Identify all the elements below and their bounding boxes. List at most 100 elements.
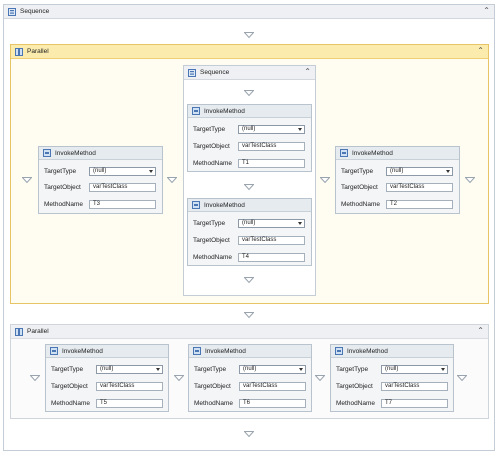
target-object-label: TargetObject <box>44 183 81 191</box>
target-type-value: (null) <box>243 366 257 372</box>
parallel-2-title: Parallel <box>27 328 49 335</box>
method-name-label: MethodName <box>44 200 84 208</box>
collapse-icon[interactable]: ⌃ <box>477 327 484 335</box>
outer-sequence-header[interactable]: Sequence ⌃ <box>4 5 494 19</box>
method-name-label: MethodName <box>51 399 91 407</box>
method-name-input[interactable]: T5 <box>96 398 163 408</box>
invoke-method-t3[interactable]: InvokeMethod TargetType (null) TargetObje… <box>38 146 163 214</box>
method-name-label: MethodName <box>336 399 376 407</box>
target-type-label: TargetType <box>193 219 226 227</box>
drop-target-triangle[interactable] <box>244 90 254 96</box>
chevron-down-icon <box>156 367 160 371</box>
chevron-down-icon <box>298 221 302 225</box>
drop-target-triangle[interactable] <box>244 184 254 190</box>
parallel-icon <box>15 327 23 336</box>
target-type-value: (null) <box>385 366 399 372</box>
target-type-label: TargetType <box>336 365 369 373</box>
inner-sequence-header[interactable]: Sequence ⌃ <box>184 66 315 80</box>
target-object-input[interactable]: varTestClass <box>239 381 306 391</box>
drop-target-triangle[interactable] <box>244 32 254 38</box>
target-type-label: TargetType <box>44 167 77 175</box>
drop-target-triangle[interactable] <box>244 277 254 283</box>
drop-target-triangle[interactable] <box>21 177 33 185</box>
method-name-input[interactable]: T6 <box>239 398 306 408</box>
target-object-label: TargetObject <box>193 236 230 244</box>
target-object-input[interactable]: varTestClass <box>386 182 453 192</box>
sequence-icon <box>188 68 196 77</box>
drop-target-triangle[interactable] <box>29 375 41 383</box>
target-type-select[interactable]: (null) <box>238 124 305 134</box>
invoke-method-t2[interactable]: InvokeMethod TargetType (null) TargetObje… <box>335 146 460 214</box>
method-name-input[interactable]: T3 <box>89 199 156 209</box>
drop-target-triangle[interactable] <box>456 375 468 383</box>
target-object-input[interactable]: varTestClass <box>89 182 156 192</box>
parallel-1-header[interactable]: Parallel ⌃ <box>11 45 488 59</box>
collapse-icon[interactable]: ⌃ <box>483 7 490 15</box>
target-object-label: TargetObject <box>51 382 88 390</box>
invoke-method-icon <box>340 149 348 157</box>
chevron-down-icon <box>299 367 303 371</box>
target-object-label: TargetObject <box>341 183 378 191</box>
target-type-value: (null) <box>93 168 107 174</box>
invoke-method-icon <box>43 149 51 157</box>
drop-target-triangle[interactable] <box>464 177 476 185</box>
drop-target-triangle[interactable] <box>166 177 178 185</box>
target-type-select[interactable]: (null) <box>238 218 305 228</box>
target-type-select[interactable]: (null) <box>96 364 163 374</box>
target-object-input[interactable]: varTestClass <box>96 381 163 391</box>
target-type-select[interactable]: (null) <box>89 166 156 176</box>
target-type-select[interactable]: (null) <box>239 364 306 374</box>
target-object-label: TargetObject <box>194 382 231 390</box>
method-name-input[interactable]: T4 <box>238 252 305 262</box>
invoke-method-header[interactable]: InvokeMethod <box>331 345 453 358</box>
target-type-label: TargetType <box>341 167 374 175</box>
drop-target-triangle[interactable] <box>243 312 255 320</box>
chevron-down-icon <box>446 169 450 173</box>
target-type-value: (null) <box>242 220 256 226</box>
invoke-method-t4[interactable]: InvokeMethod TargetType (null) TargetObje… <box>187 198 312 266</box>
collapse-icon[interactable]: ⌃ <box>304 68 311 76</box>
invoke-method-t5[interactable]: InvokeMethod TargetType (null) TargetObje… <box>45 344 169 412</box>
method-name-label: MethodName <box>194 399 234 407</box>
sequence-icon <box>8 7 16 16</box>
method-name-input[interactable]: T2 <box>386 199 453 209</box>
invoke-method-icon <box>192 107 200 115</box>
invoke-method-title: InvokeMethod <box>352 149 393 157</box>
target-type-value: (null) <box>242 126 256 132</box>
invoke-method-header[interactable]: InvokeMethod <box>189 345 311 358</box>
chevron-down-icon <box>441 367 445 371</box>
drop-target-triangle[interactable] <box>314 375 326 383</box>
invoke-method-title: InvokeMethod <box>204 107 245 115</box>
method-name-input[interactable]: T1 <box>238 158 305 168</box>
target-object-input[interactable]: varTestClass <box>238 235 305 245</box>
drop-target-triangle[interactable] <box>319 177 331 185</box>
target-object-input[interactable]: varTestClass <box>238 141 305 151</box>
drop-target-triangle[interactable] <box>173 375 185 383</box>
drop-target-triangle[interactable] <box>243 431 255 439</box>
target-type-label: TargetType <box>51 365 84 373</box>
method-name-label: MethodName <box>193 159 233 167</box>
parallel-1-title: Parallel <box>27 48 49 55</box>
collapse-icon[interactable]: ⌃ <box>477 47 484 55</box>
method-name-input[interactable]: T7 <box>381 398 448 408</box>
invoke-method-header[interactable]: InvokeMethod <box>46 345 168 358</box>
target-type-value: (null) <box>100 366 114 372</box>
invoke-method-icon <box>50 347 58 355</box>
method-name-label: MethodName <box>193 253 233 261</box>
invoke-method-t7[interactable]: InvokeMethod TargetType (null) TargetObje… <box>330 344 454 412</box>
target-object-input[interactable]: varTestClass <box>381 381 448 391</box>
invoke-method-header[interactable]: InvokeMethod <box>188 105 311 118</box>
invoke-method-t6[interactable]: InvokeMethod TargetType (null) TargetObje… <box>188 344 312 412</box>
target-type-label: TargetType <box>194 365 227 373</box>
parallel-2-header[interactable]: Parallel ⌃ <box>11 325 488 339</box>
target-type-select[interactable]: (null) <box>381 364 448 374</box>
invoke-method-title: InvokeMethod <box>62 347 103 355</box>
target-type-select[interactable]: (null) <box>386 166 453 176</box>
invoke-method-t1[interactable]: InvokeMethod TargetType (null) TargetObje… <box>187 104 312 172</box>
invoke-method-header[interactable]: InvokeMethod <box>188 199 311 212</box>
invoke-method-header[interactable]: InvokeMethod <box>39 147 162 160</box>
invoke-method-icon <box>192 201 200 209</box>
invoke-method-icon <box>335 347 343 355</box>
invoke-method-header[interactable]: InvokeMethod <box>336 147 459 160</box>
target-object-label: TargetObject <box>193 142 230 150</box>
